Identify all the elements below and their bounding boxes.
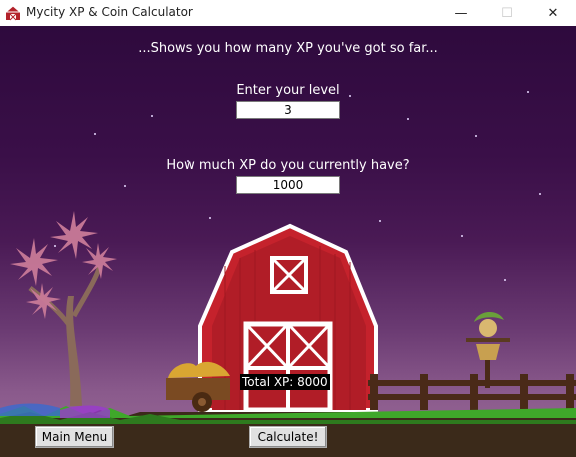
tree (10, 211, 117, 406)
total-xp-label: Total XP: 8000 (240, 374, 330, 390)
level-label: Enter your level (236, 83, 340, 98)
main-menu-button[interactable]: Main Menu (35, 426, 114, 448)
calculate-button[interactable]: Calculate! (249, 426, 327, 448)
title-bar: Mycity XP & Coin Calculator — ☐ ✕ (0, 0, 576, 26)
xp-input[interactable]: 1000 (236, 176, 340, 194)
minimize-button[interactable]: — (438, 0, 484, 26)
window-title: Mycity XP & Coin Calculator (26, 5, 193, 19)
close-button[interactable]: ✕ (530, 0, 576, 26)
maximize-button[interactable]: ☐ (484, 0, 530, 26)
farm-scene: ...Shows you how many XP you've got so f… (0, 26, 576, 457)
page-heading: ...Shows you how many XP you've got so f… (138, 41, 438, 56)
barn-icon (5, 5, 21, 21)
fence (368, 374, 576, 410)
level-input[interactable]: 3 (236, 101, 340, 119)
xp-label: How much XP do you currently have? (166, 158, 410, 173)
